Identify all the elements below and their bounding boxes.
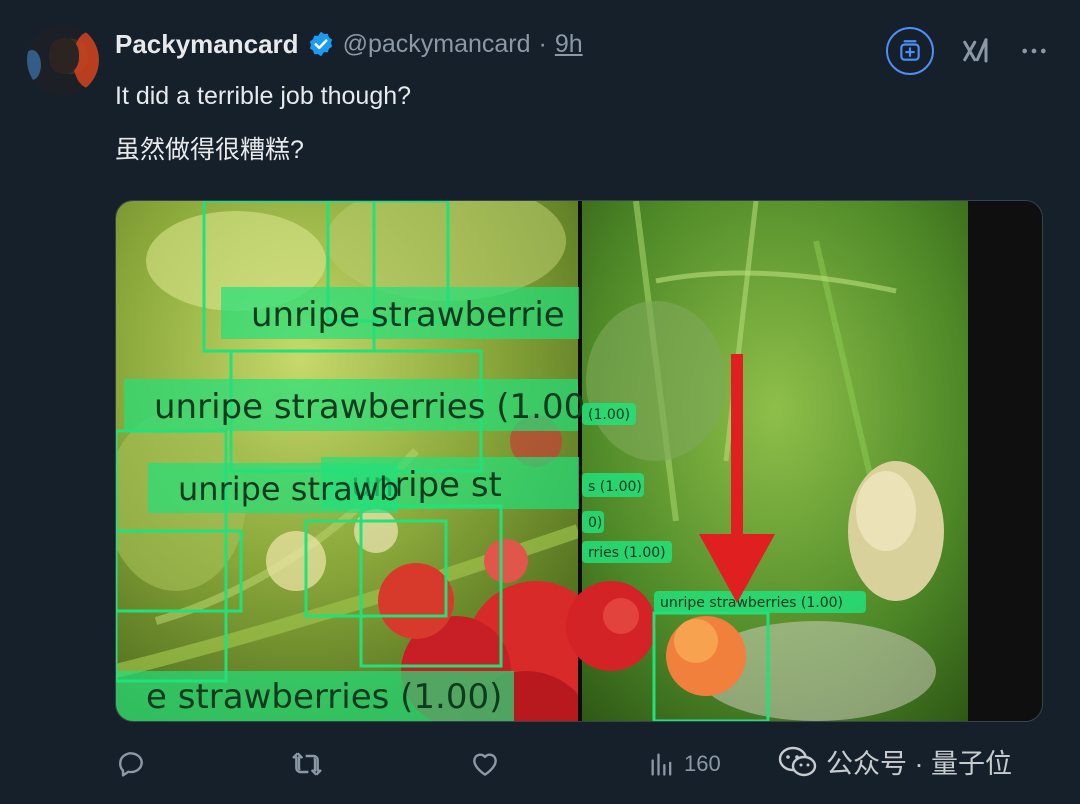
detection-label: e strawberries (1.00) — [146, 677, 502, 717]
x-ai-icon — [963, 38, 988, 63]
retweet-button[interactable] — [290, 744, 324, 784]
views-icon — [651, 753, 672, 776]
tweet-header: Packymancard @packymancard · 9h — [115, 26, 583, 62]
reply-button[interactable] — [115, 744, 147, 784]
grok-button[interactable] — [886, 27, 934, 75]
views-button[interactable]: 160 — [648, 744, 721, 784]
watermark-text: 公众号 · 量子位 — [826, 749, 1012, 779]
verified-badge-icon — [309, 31, 332, 57]
detection-label: rries (1.00) — [588, 545, 666, 561]
reply-icon — [119, 752, 143, 777]
detection-label: unripe strawberrie — [251, 295, 565, 335]
right-panel — [566, 201, 1042, 721]
avatar[interactable] — [27, 24, 99, 96]
more-icon — [1022, 48, 1046, 54]
detection-label: unripe strawberries (1.00 — [154, 387, 585, 427]
retweet-icon — [292, 752, 322, 776]
detection-label: unripe strawberries (1.00) — [660, 595, 843, 611]
author-handle[interactable]: @packymancard — [343, 30, 531, 59]
more-button[interactable] — [1018, 35, 1050, 67]
like-button[interactable] — [469, 744, 501, 784]
detection-label: (1.00) — [588, 407, 630, 423]
tweet-media[interactable]: unripe strawberrie unripe strawberries (1… — [115, 200, 1043, 722]
detection-label: 0) — [588, 515, 602, 531]
x-ai-button[interactable] — [960, 35, 992, 67]
grok-icon — [900, 40, 920, 61]
detection-label: s (1.00) — [588, 479, 642, 495]
wechat-icon — [778, 746, 817, 776]
detection-image: unripe strawberrie unripe strawberries (1… — [116, 201, 1042, 721]
views-count: 160 — [684, 751, 721, 776]
tweet-time[interactable]: 9h — [555, 30, 583, 59]
like-icon — [473, 753, 497, 776]
watermark: 公众号 · 量子位 — [778, 742, 1012, 781]
separator-dot: · — [538, 29, 547, 58]
tweet-text-line1: It did a terrible job though? — [115, 82, 412, 110]
tweet-text-line2: 虽然做得很糟糕? — [115, 136, 304, 164]
tweet-top-actions — [886, 27, 1050, 75]
tweet-card: Packymancard @packymancard · 9h It did a… — [0, 0, 1080, 804]
detection-label: unripe strawb — [178, 470, 399, 508]
author-name[interactable]: Packymancard — [115, 29, 299, 60]
